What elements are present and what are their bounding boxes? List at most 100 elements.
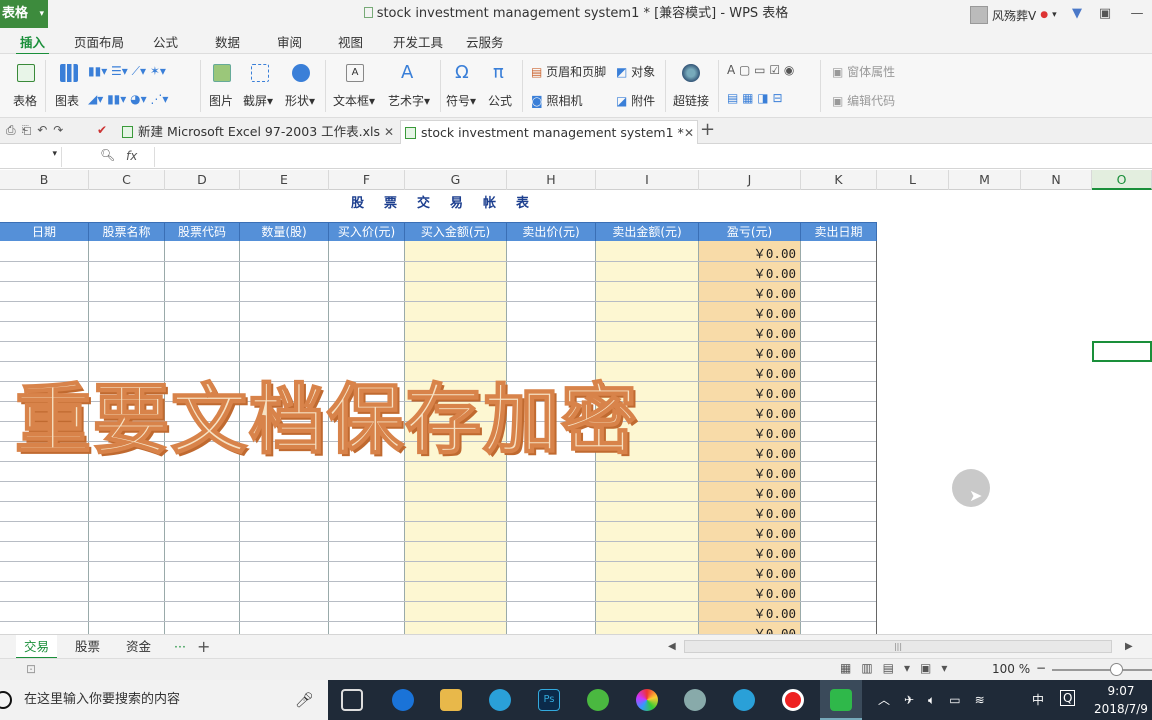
formula-button[interactable]: 公式 xyxy=(488,92,512,109)
profit-cell[interactable]: ￥0.00 xyxy=(700,483,800,502)
col-header-G[interactable]: G xyxy=(405,170,507,190)
paint-icon[interactable] xyxy=(684,689,706,711)
qq-tray-icon[interactable]: Q xyxy=(1060,690,1076,706)
table-button[interactable]: 表格 xyxy=(13,92,37,109)
qq-browser-icon[interactable] xyxy=(489,689,511,711)
attachment-button[interactable]: ◪ 附件 xyxy=(616,92,655,109)
column-chart-icon[interactable]: ▮▮▾ ☰▾ ⟋▾ ✶▾ xyxy=(88,64,166,79)
col-header-J[interactable]: J xyxy=(699,170,801,190)
file-explorer-icon[interactable] xyxy=(440,689,462,711)
new-tab-plus-icon[interactable]: + xyxy=(700,119,715,140)
profit-cell[interactable]: ￥0.00 xyxy=(700,583,800,602)
record-icon[interactable] xyxy=(782,689,804,711)
screenshot-button[interactable]: 截屏▾ xyxy=(243,92,273,109)
textbox-button[interactable]: 文本框▾ xyxy=(333,92,375,109)
col-header-F[interactable]: F xyxy=(329,170,405,190)
edit-code-button[interactable]: ▣ 编辑代码 xyxy=(832,92,895,109)
profit-cell[interactable]: ￥0.00 xyxy=(700,343,800,362)
profit-cell[interactable]: ￥0.00 xyxy=(700,423,800,442)
restore-icon[interactable]: ▣ xyxy=(1092,2,1118,26)
zoom-slider-handle[interactable] xyxy=(1110,663,1123,676)
profit-cell[interactable]: ￥0.00 xyxy=(700,403,800,422)
check-icon[interactable]: ✔ xyxy=(97,123,107,137)
col-header-B[interactable]: B xyxy=(0,170,89,190)
profit-cell[interactable]: ￥0.00 xyxy=(700,263,800,282)
tab-insert[interactable]: 插入 xyxy=(15,30,50,55)
col-header-C[interactable]: C xyxy=(89,170,165,190)
tab-view[interactable]: 视图 xyxy=(338,30,363,54)
area-chart-icon[interactable]: ◢▾ ▮▮▾ ◕▾ ⋰▾ xyxy=(88,92,168,106)
close-icon[interactable]: ✕ xyxy=(684,121,694,145)
hyperlink-button[interactable]: 超链接 xyxy=(673,92,709,109)
quick-access-icons[interactable]: ⎙⎗↶↷ xyxy=(6,123,69,138)
profit-cell[interactable]: ￥0.00 xyxy=(700,323,800,342)
profit-cell[interactable]: ￥0.00 xyxy=(700,443,800,462)
skin-icon[interactable]: ▼ xyxy=(1064,2,1090,26)
clock[interactable]: 9:07 2018/7/9 xyxy=(1090,682,1152,718)
picture-button[interactable]: 图片 xyxy=(209,92,233,109)
add-sheet-plus-icon[interactable]: + xyxy=(197,635,210,659)
tab-page-layout[interactable]: 页面布局 xyxy=(74,30,124,54)
col-header-O[interactable]: O xyxy=(1092,170,1152,190)
edge-browser-icon[interactable] xyxy=(392,689,414,711)
profit-cell[interactable]: ￥0.00 xyxy=(700,563,800,582)
minimize-icon[interactable]: — xyxy=(1124,2,1150,26)
col-header-H[interactable]: H xyxy=(507,170,596,190)
ime-indicator[interactable]: 中 xyxy=(1032,691,1044,708)
system-tray-icons[interactable]: ︿✈🔈︎▭≋ xyxy=(878,691,999,708)
chart-button[interactable]: 图表 xyxy=(55,92,79,109)
profit-cell[interactable]: ￥0.00 xyxy=(700,243,800,262)
user-account[interactable]: 风殇葬V ● ▾ xyxy=(970,3,1057,27)
profit-cell[interactable]: ￥0.00 xyxy=(700,603,800,622)
window-props-button[interactable]: ▣ 窗体属性 xyxy=(832,63,895,80)
fx-icon[interactable]: fx xyxy=(126,149,137,163)
col-header-I[interactable]: I xyxy=(596,170,699,190)
profit-cell[interactable]: ￥0.00 xyxy=(700,283,800,302)
sheet-tab-trade[interactable]: 交易 xyxy=(16,635,58,659)
wordart-button[interactable]: 艺术字▾ xyxy=(388,92,430,109)
header-footer-button[interactable]: ▤ 页眉和页脚 xyxy=(531,63,606,80)
app-menu-button[interactable]: 表格 ▾ xyxy=(0,0,48,28)
view-mode-icons[interactable]: ▦▥▤▾▣▾ xyxy=(840,661,957,675)
col-header-E[interactable]: E xyxy=(240,170,329,190)
col-header-M[interactable]: M xyxy=(949,170,1021,190)
zoom-search-icon[interactable]: 🔍︎ xyxy=(100,148,115,162)
formula-input[interactable] xyxy=(154,147,1152,167)
profit-cell[interactable]: ￥0.00 xyxy=(700,383,800,402)
tab-cloud[interactable]: 云服务 xyxy=(466,30,504,54)
camera-button[interactable]: ◙ 照相机 xyxy=(531,92,583,109)
scroll-right-icon[interactable]: ▶ xyxy=(1125,635,1133,659)
col-header-K[interactable]: K xyxy=(801,170,877,190)
object-button[interactable]: ◩ 对象 xyxy=(616,63,655,80)
sheet-tab-funds[interactable]: 资金 xyxy=(126,635,151,659)
microphone-icon[interactable]: 🎤︎ xyxy=(295,680,314,720)
browser-360-icon[interactable] xyxy=(587,689,609,711)
tab-review[interactable]: 审阅 xyxy=(277,30,302,54)
horizontal-scrollbar[interactable]: ||| xyxy=(684,640,1112,653)
qq-icon[interactable] xyxy=(733,689,755,711)
name-box[interactable]: ▾ xyxy=(0,147,62,167)
form-controls-icon[interactable]: A ▢ ▭ ☑ ◉ xyxy=(727,63,794,77)
selected-cell[interactable] xyxy=(1092,341,1152,362)
color-app-icon[interactable] xyxy=(636,689,658,711)
more-sheets-icon[interactable]: ··· xyxy=(174,635,186,659)
col-header-L[interactable]: L xyxy=(877,170,949,190)
col-header-N[interactable]: N xyxy=(1021,170,1092,190)
shape-button[interactable]: 形状▾ xyxy=(285,92,315,109)
doc-tab-new-xls[interactable]: 新建 Microsoft Excel 97-2003 工作表.xls ✕ xyxy=(118,120,400,144)
profit-cell[interactable]: ￥0.00 xyxy=(700,303,800,322)
photoshop-icon[interactable]: Ps xyxy=(538,689,560,711)
symbol-button[interactable]: 符号▾ xyxy=(446,92,476,109)
profit-cell[interactable]: ￥0.00 xyxy=(700,543,800,562)
col-header-D[interactable]: D xyxy=(165,170,240,190)
tab-formula[interactable]: 公式 xyxy=(153,30,178,54)
zoom-slider[interactable] xyxy=(1052,669,1152,671)
form-list-icon[interactable]: ▤ ▦ ◨ ⊟ xyxy=(727,91,783,105)
zoom-out-icon[interactable]: − xyxy=(1036,661,1046,675)
profit-cell[interactable]: ￥0.00 xyxy=(700,463,800,482)
tab-data[interactable]: 数据 xyxy=(215,30,240,54)
close-icon[interactable]: ✕ xyxy=(384,120,394,144)
sheet-tab-stock[interactable]: 股票 xyxy=(75,635,100,659)
tab-developer[interactable]: 开发工具 xyxy=(393,30,443,54)
profit-cell[interactable]: ￥0.00 xyxy=(700,523,800,542)
